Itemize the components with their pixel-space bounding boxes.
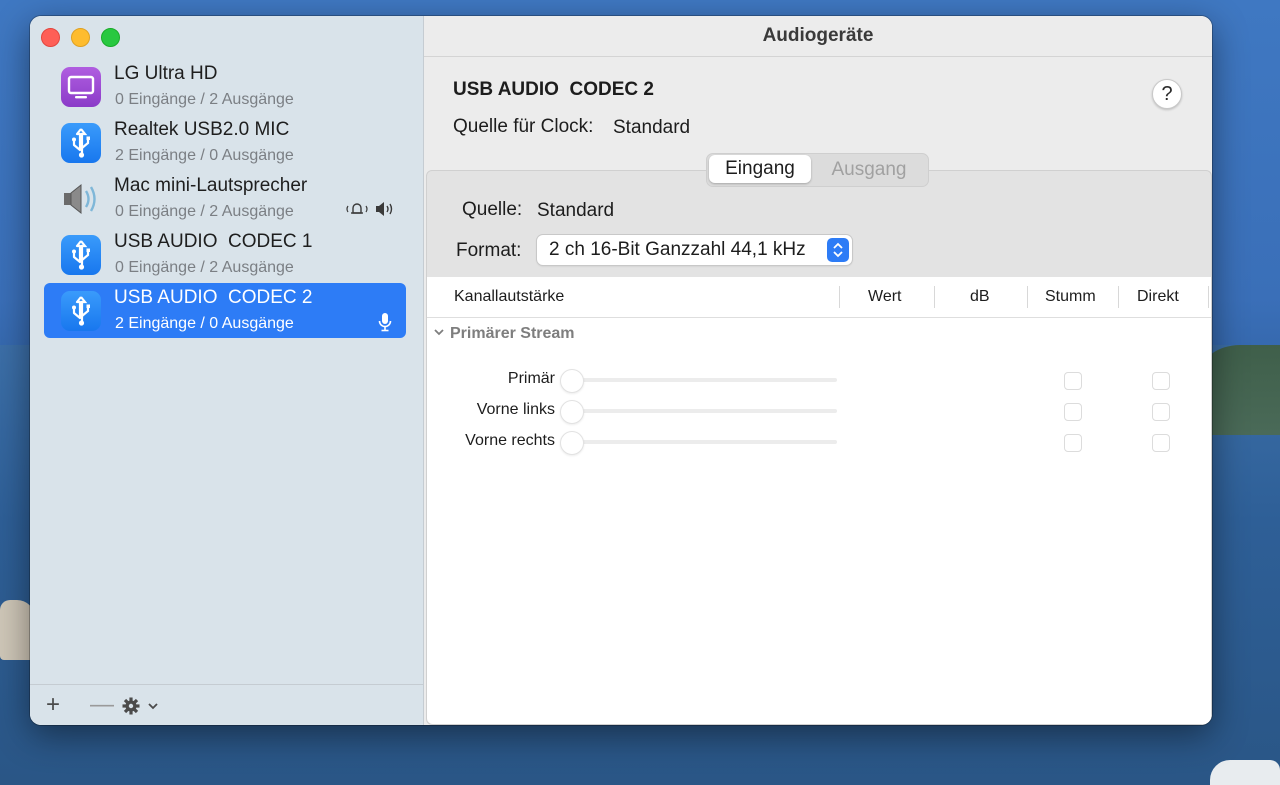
volume-slider[interactable] <box>567 440 837 444</box>
speaker-icon <box>61 179 101 219</box>
audio-devices-window: LG Ultra HD 0 Eingänge / 2 Ausgänge Real… <box>30 16 1212 725</box>
group-primary-stream[interactable]: Primärer Stream <box>432 325 575 343</box>
direct-checkbox[interactable] <box>1152 372 1170 390</box>
column-header-direct[interactable]: Direkt <box>1137 277 1179 317</box>
gear-icon <box>122 697 158 715</box>
desktop-wallpaper-rock <box>1210 760 1280 785</box>
zoom-button[interactable] <box>101 28 120 47</box>
help-button[interactable]: ? <box>1152 79 1182 109</box>
input-pane: Quelle: Standard Format: 2 ch 16-Bit Gan… <box>426 170 1212 725</box>
device-name: LG Ultra HD <box>114 63 218 84</box>
device-detail-panel: Audiogeräte USB AUDIO CODEC 2 ? Quelle f… <box>424 16 1212 725</box>
group-label: Primärer Stream <box>450 325 575 342</box>
direct-checkbox[interactable] <box>1152 434 1170 452</box>
settings-menu-button[interactable] <box>122 695 164 723</box>
volume-slider-knob[interactable] <box>560 431 584 455</box>
channel-label: Vorne links <box>476 401 555 418</box>
channel-label: Primär <box>507 370 555 387</box>
device-item-mac-mini-speaker[interactable]: Mac mini-Lautsprecher 0 Eingänge / 2 Aus… <box>44 171 406 226</box>
format-select[interactable]: 2 ch 16-Bit Ganzzahl 44,1 kHz <box>537 235 852 265</box>
device-io: 0 Eingänge / 2 Ausgänge <box>115 203 294 220</box>
direction-tab-bar: Eingang Ausgang <box>706 153 929 187</box>
direct-checkbox[interactable] <box>1152 403 1170 421</box>
usb-icon <box>61 123 101 163</box>
volume-slider-knob[interactable] <box>560 369 584 393</box>
column-header-value[interactable]: Wert <box>868 277 901 317</box>
device-name: Realtek USB2.0 MIC <box>114 119 290 140</box>
clock-source-value: Standard <box>613 117 691 138</box>
table-row: Vorne links <box>427 395 1211 425</box>
display-icon <box>61 67 101 107</box>
desktop-wallpaper-hill <box>1200 345 1280 435</box>
tab-input[interactable]: Eingang <box>709 155 811 183</box>
device-io: 2 Eingänge / 0 Ausgänge <box>115 147 294 164</box>
clock-source-label: Quelle für Clock: <box>453 116 594 137</box>
table-row: Primär <box>427 364 1211 394</box>
device-sidebar: LG Ultra HD 0 Eingänge / 2 Ausgänge Real… <box>30 16 424 725</box>
volume-slider-knob[interactable] <box>560 400 584 424</box>
format-select-value: 2 ch 16-Bit Ganzzahl 44,1 kHz <box>549 239 806 260</box>
remove-device-button[interactable]: — <box>90 691 114 719</box>
speaker-output-icon <box>374 201 396 220</box>
device-name: USB AUDIO CODEC 2 <box>114 287 313 308</box>
usb-icon <box>61 235 101 275</box>
minimize-button[interactable] <box>71 28 90 47</box>
channel-volume-table: Kanallautstärke Wert dB Stumm Direkt Pri… <box>427 277 1211 724</box>
close-button[interactable] <box>41 28 60 47</box>
mute-checkbox[interactable] <box>1064 403 1082 421</box>
device-name: USB AUDIO CODEC 1 <box>114 231 313 252</box>
window-title: Audiogeräte <box>762 25 874 46</box>
add-device-button[interactable]: + <box>46 691 60 719</box>
mute-checkbox[interactable] <box>1064 434 1082 452</box>
updown-chevron-icon <box>827 238 849 262</box>
table-header: Kanallautstärke Wert dB Stumm Direkt <box>427 277 1211 318</box>
column-header-db[interactable]: dB <box>970 277 990 317</box>
source-value: Standard <box>537 200 615 221</box>
device-title: USB AUDIO CODEC 2 <box>453 79 654 100</box>
microphone-icon <box>377 312 393 335</box>
device-item-usb-audio-codec-1[interactable]: USB AUDIO CODEC 1 0 Eingänge / 2 Ausgäng… <box>44 227 406 282</box>
device-item-lg-ultra-hd[interactable]: LG Ultra HD 0 Eingänge / 2 Ausgänge <box>44 59 406 114</box>
column-header-mute[interactable]: Stumm <box>1045 277 1096 317</box>
volume-slider[interactable] <box>567 409 837 413</box>
device-item-realtek-usb-mic[interactable]: Realtek USB2.0 MIC 2 Eingänge / 0 Ausgän… <box>44 115 406 170</box>
channel-label: Vorne rechts <box>465 432 555 449</box>
table-row: Vorne rechts <box>427 426 1211 456</box>
volume-slider[interactable] <box>567 378 837 382</box>
column-header-channel-volume[interactable]: Kanallautstärke <box>454 277 564 317</box>
source-label: Quelle: <box>462 199 523 220</box>
device-name: Mac mini-Lautsprecher <box>114 175 308 196</box>
device-io: 0 Eingänge / 2 Ausgänge <box>115 259 294 276</box>
tab-output[interactable]: Ausgang <box>813 154 925 186</box>
title-bar: Audiogeräte <box>424 16 1212 56</box>
usb-icon <box>61 291 101 331</box>
device-io: 0 Eingänge / 2 Ausgänge <box>115 91 294 108</box>
mute-checkbox[interactable] <box>1064 372 1082 390</box>
format-label: Format: <box>456 240 522 261</box>
chevron-down-icon <box>434 329 444 336</box>
device-io: 2 Eingänge / 0 Ausgänge <box>115 315 294 332</box>
bell-icon <box>345 201 369 220</box>
sidebar-footer: + — <box>30 684 423 725</box>
device-item-usb-audio-codec-2[interactable]: USB AUDIO CODEC 2 2 Eingänge / 0 Ausgäng… <box>44 283 406 338</box>
